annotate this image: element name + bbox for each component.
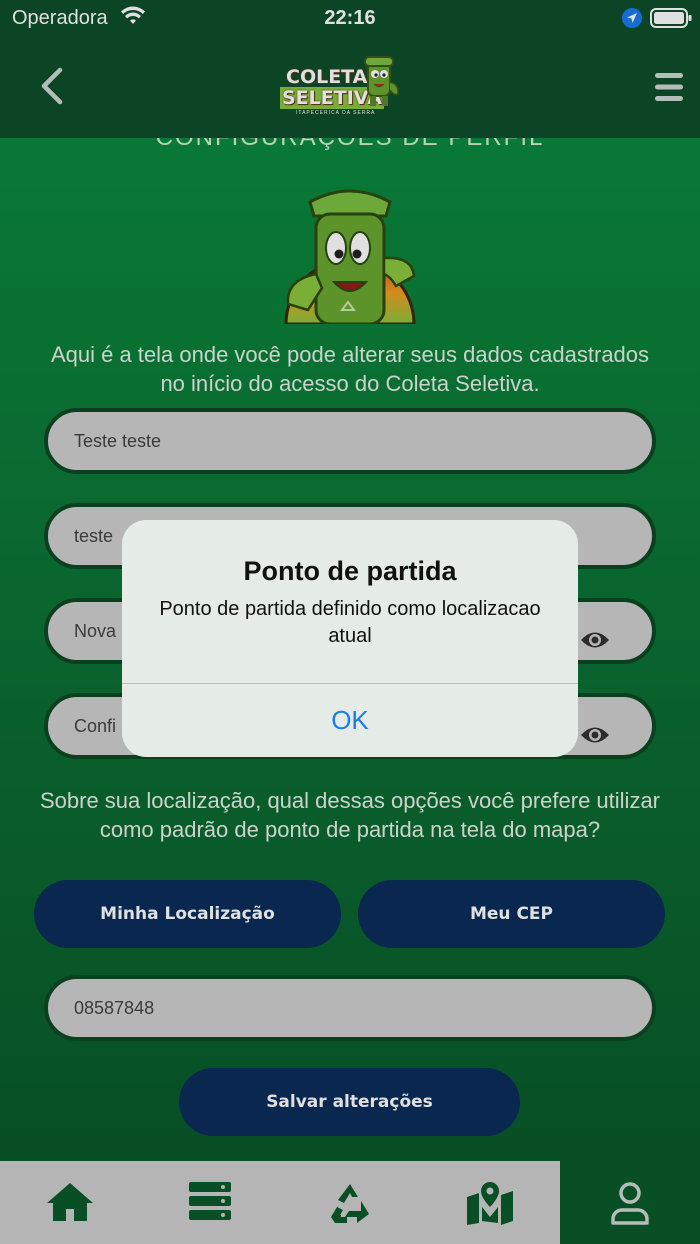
alert-dialog: Ponto de partida Ponto de partida defini… [122,520,578,757]
alert-message: Ponto de partida definido como localizac… [159,598,541,647]
alert-ok-button[interactable]: OK [122,684,578,757]
alert-title: Ponto de partida [243,556,457,586]
modal-backdrop: Ponto de partida Ponto de partida defini… [0,0,700,1244]
